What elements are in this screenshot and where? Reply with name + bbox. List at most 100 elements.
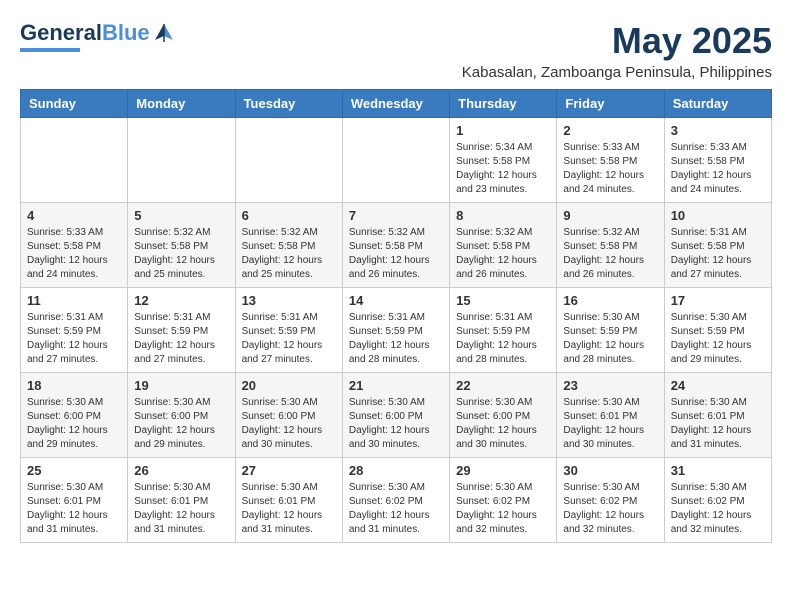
day-number: 13 bbox=[242, 293, 336, 308]
day-info: Sunrise: 5:30 AMSunset: 6:01 PMDaylight:… bbox=[134, 481, 228, 537]
day-number: 17 bbox=[671, 293, 765, 308]
day-info: Sunrise: 5:30 AMSunset: 6:01 PMDaylight:… bbox=[27, 481, 121, 537]
calendar-cell: 19 Sunrise: 5:30 AMSunset: 6:00 PMDayligh… bbox=[128, 373, 235, 458]
calendar-cell: 25 Sunrise: 5:30 AMSunset: 6:01 PMDayligh… bbox=[21, 458, 128, 543]
calendar-cell bbox=[128, 118, 235, 203]
calendar-cell: 14Sunrise: 5:31 AMSunset: 5:59 PMDayligh… bbox=[342, 288, 449, 373]
day-number: 8 bbox=[456, 208, 550, 223]
calendar-cell bbox=[342, 118, 449, 203]
day-number: 5 bbox=[134, 208, 228, 223]
calendar-cell bbox=[235, 118, 342, 203]
calendar-cell: 2 Sunrise: 5:33 AMSunset: 5:58 PMDaylight… bbox=[557, 118, 664, 203]
logo-icon bbox=[153, 22, 175, 44]
day-number: 27 bbox=[242, 463, 336, 478]
calendar-week-2: 4 Sunrise: 5:33 AMSunset: 5:58 PMDaylight… bbox=[21, 203, 772, 288]
day-info: Sunrise: 5:33 AMSunset: 5:58 PMDaylight:… bbox=[563, 141, 657, 197]
calendar-cell: 6Sunrise: 5:32 AMSunset: 5:58 PMDaylight… bbox=[235, 203, 342, 288]
calendar-cell: 30Sunrise: 5:30 AMSunset: 6:02 PMDayligh… bbox=[557, 458, 664, 543]
day-info: Sunrise: 5:30 AMSunset: 5:59 PMDaylight:… bbox=[671, 311, 765, 367]
col-header-friday: Friday bbox=[557, 90, 664, 118]
day-info: Sunrise: 5:31 AMSunset: 5:59 PMDaylight:… bbox=[27, 311, 121, 367]
logo-text-blue: Blue bbox=[102, 20, 150, 46]
header: General Blue May 2025 Kabasalan, Zamboan… bbox=[20, 20, 772, 81]
day-number: 16 bbox=[563, 293, 657, 308]
calendar-cell: 4 Sunrise: 5:33 AMSunset: 5:58 PMDaylight… bbox=[21, 203, 128, 288]
calendar-cell: 23Sunrise: 5:30 AMSunset: 6:01 PMDayligh… bbox=[557, 373, 664, 458]
calendar-cell: 21Sunrise: 5:30 AMSunset: 6:00 PMDayligh… bbox=[342, 373, 449, 458]
day-info: Sunrise: 5:30 AMSunset: 6:01 PMDaylight:… bbox=[242, 481, 336, 537]
day-number: 31 bbox=[671, 463, 765, 478]
calendar-cell: 15 Sunrise: 5:31 AMSunset: 5:59 PMDayligh… bbox=[450, 288, 557, 373]
day-info: Sunrise: 5:30 AMSunset: 6:02 PMDaylight:… bbox=[349, 481, 443, 537]
col-header-wednesday: Wednesday bbox=[342, 90, 449, 118]
day-info: Sunrise: 5:31 AMSunset: 5:59 PMDaylight:… bbox=[456, 311, 550, 367]
day-number: 30 bbox=[563, 463, 657, 478]
day-info: Sunrise: 5:30 AMSunset: 6:00 PMDaylight:… bbox=[27, 396, 121, 452]
calendar-week-3: 11 Sunrise: 5:31 AMSunset: 5:59 PMDayligh… bbox=[21, 288, 772, 373]
calendar: SundayMondayTuesdayWednesdayThursdayFrid… bbox=[20, 89, 772, 543]
day-info: Sunrise: 5:30 AMSunset: 6:00 PMDaylight:… bbox=[134, 396, 228, 452]
day-info: Sunrise: 5:30 AMSunset: 6:00 PMDaylight:… bbox=[242, 396, 336, 452]
calendar-cell: 10 Sunrise: 5:31 AMSunset: 5:58 PMDayligh… bbox=[664, 203, 771, 288]
day-info: Sunrise: 5:30 AMSunset: 6:01 PMDaylight:… bbox=[671, 396, 765, 452]
calendar-cell: 9Sunrise: 5:32 AMSunset: 5:58 PMDaylight… bbox=[557, 203, 664, 288]
day-info: Sunrise: 5:31 AMSunset: 5:59 PMDaylight:… bbox=[242, 311, 336, 367]
subtitle: Kabasalan, Zamboanga Peninsula, Philippi… bbox=[462, 64, 772, 81]
day-number: 2 bbox=[563, 123, 657, 138]
logo-bar bbox=[20, 48, 80, 52]
calendar-cell: 11 Sunrise: 5:31 AMSunset: 5:59 PMDayligh… bbox=[21, 288, 128, 373]
day-info: Sunrise: 5:30 AMSunset: 6:02 PMDaylight:… bbox=[456, 481, 550, 537]
day-number: 28 bbox=[349, 463, 443, 478]
day-number: 6 bbox=[242, 208, 336, 223]
calendar-cell: 27 Sunrise: 5:30 AMSunset: 6:01 PMDayligh… bbox=[235, 458, 342, 543]
calendar-cell: 7 Sunrise: 5:32 AMSunset: 5:58 PMDaylight… bbox=[342, 203, 449, 288]
calendar-cell: 31 Sunrise: 5:30 AMSunset: 6:02 PMDayligh… bbox=[664, 458, 771, 543]
day-number: 11 bbox=[27, 293, 121, 308]
day-number: 24 bbox=[671, 378, 765, 393]
day-number: 26 bbox=[134, 463, 228, 478]
col-header-thursday: Thursday bbox=[450, 90, 557, 118]
logo-text-general: General bbox=[20, 20, 102, 46]
day-info: Sunrise: 5:31 AMSunset: 5:58 PMDaylight:… bbox=[671, 226, 765, 282]
day-number: 20 bbox=[242, 378, 336, 393]
col-header-monday: Monday bbox=[128, 90, 235, 118]
calendar-cell: 22Sunrise: 5:30 AMSunset: 6:00 PMDayligh… bbox=[450, 373, 557, 458]
calendar-week-5: 25 Sunrise: 5:30 AMSunset: 6:01 PMDayligh… bbox=[21, 458, 772, 543]
day-info: Sunrise: 5:33 AMSunset: 5:58 PMDaylight:… bbox=[27, 226, 121, 282]
day-number: 4 bbox=[27, 208, 121, 223]
calendar-week-4: 18Sunrise: 5:30 AMSunset: 6:00 PMDayligh… bbox=[21, 373, 772, 458]
calendar-cell: 5Sunrise: 5:32 AMSunset: 5:58 PMDaylight… bbox=[128, 203, 235, 288]
calendar-header-row: SundayMondayTuesdayWednesdayThursdayFrid… bbox=[21, 90, 772, 118]
day-info: Sunrise: 5:31 AMSunset: 5:59 PMDaylight:… bbox=[349, 311, 443, 367]
day-number: 3 bbox=[671, 123, 765, 138]
day-number: 19 bbox=[134, 378, 228, 393]
title-area: May 2025 Kabasalan, Zamboanga Peninsula,… bbox=[462, 20, 772, 81]
day-info: Sunrise: 5:31 AMSunset: 5:59 PMDaylight:… bbox=[134, 311, 228, 367]
day-info: Sunrise: 5:32 AMSunset: 5:58 PMDaylight:… bbox=[563, 226, 657, 282]
col-header-saturday: Saturday bbox=[664, 90, 771, 118]
day-number: 25 bbox=[27, 463, 121, 478]
day-number: 29 bbox=[456, 463, 550, 478]
calendar-cell: 24 Sunrise: 5:30 AMSunset: 6:01 PMDayligh… bbox=[664, 373, 771, 458]
day-number: 7 bbox=[349, 208, 443, 223]
day-info: Sunrise: 5:30 AMSunset: 6:02 PMDaylight:… bbox=[671, 481, 765, 537]
day-number: 15 bbox=[456, 293, 550, 308]
col-header-tuesday: Tuesday bbox=[235, 90, 342, 118]
day-number: 10 bbox=[671, 208, 765, 223]
day-info: Sunrise: 5:33 AMSunset: 5:58 PMDaylight:… bbox=[671, 141, 765, 197]
day-info: Sunrise: 5:34 AMSunset: 5:58 PMDaylight:… bbox=[456, 141, 550, 197]
calendar-cell: 1Sunrise: 5:34 AMSunset: 5:58 PMDaylight… bbox=[450, 118, 557, 203]
day-info: Sunrise: 5:32 AMSunset: 5:58 PMDaylight:… bbox=[349, 226, 443, 282]
day-number: 21 bbox=[349, 378, 443, 393]
day-info: Sunrise: 5:30 AMSunset: 6:01 PMDaylight:… bbox=[563, 396, 657, 452]
calendar-cell: 20 Sunrise: 5:30 AMSunset: 6:00 PMDayligh… bbox=[235, 373, 342, 458]
calendar-cell: 13 Sunrise: 5:31 AMSunset: 5:59 PMDayligh… bbox=[235, 288, 342, 373]
day-info: Sunrise: 5:30 AMSunset: 6:00 PMDaylight:… bbox=[456, 396, 550, 452]
calendar-cell: 28 Sunrise: 5:30 AMSunset: 6:02 PMDayligh… bbox=[342, 458, 449, 543]
calendar-cell bbox=[21, 118, 128, 203]
calendar-cell: 8Sunrise: 5:32 AMSunset: 5:58 PMDaylight… bbox=[450, 203, 557, 288]
main-title: May 2025 bbox=[462, 20, 772, 62]
col-header-sunday: Sunday bbox=[21, 90, 128, 118]
calendar-cell: 17 Sunrise: 5:30 AMSunset: 5:59 PMDayligh… bbox=[664, 288, 771, 373]
calendar-cell: 29 Sunrise: 5:30 AMSunset: 6:02 PMDayligh… bbox=[450, 458, 557, 543]
